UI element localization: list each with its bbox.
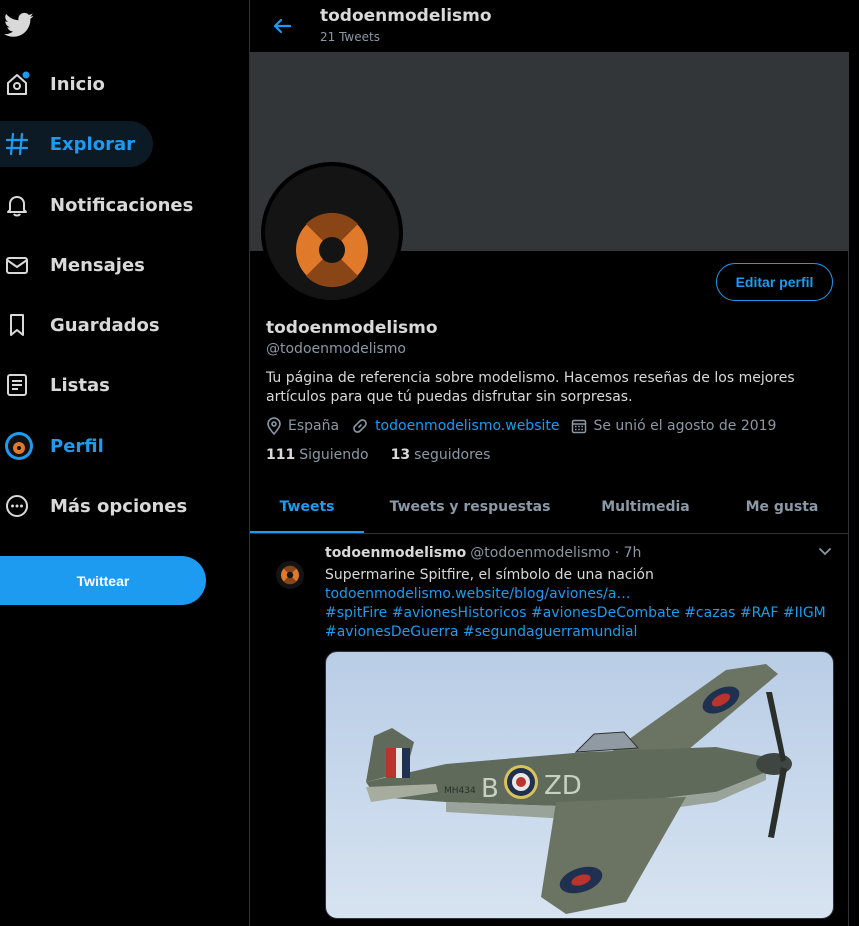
edit-profile-button[interactable]: Editar perfil bbox=[716, 263, 833, 301]
avatar-image bbox=[265, 166, 399, 300]
tweet-header: todoenmodelismo @todoenmodelismo · 7h bbox=[325, 545, 641, 561]
location-item: España bbox=[266, 417, 339, 435]
calendar-icon bbox=[572, 419, 587, 434]
nav-label: Más opciones bbox=[50, 495, 188, 517]
nav-label: Perfil bbox=[50, 435, 104, 457]
nav-inicio[interactable]: Inicio bbox=[0, 61, 123, 107]
link-icon bbox=[353, 419, 367, 433]
nav-label: Explorar bbox=[49, 133, 135, 155]
tweet-hashtags[interactable]: #spitFire #avionesHistoricos #avionesDeC… bbox=[325, 604, 837, 642]
sidebar: Inicio Explorar Notificaciones Mensajes bbox=[0, 0, 249, 926]
following-link[interactable]: 111 Siguiendo bbox=[266, 447, 369, 463]
header-tweet-count: 21 Tweets bbox=[320, 30, 380, 44]
lifebuoy-logo-icon bbox=[296, 212, 368, 288]
profile-name: todoenmodelismo bbox=[266, 318, 438, 338]
profile-handle: @todoenmodelismo bbox=[266, 341, 406, 357]
followers-link[interactable]: 13 seguidores bbox=[391, 447, 491, 463]
joined-item: Se unió el agosto de 2019 bbox=[571, 418, 776, 434]
bookmark-icon bbox=[0, 310, 36, 340]
aircraft-code-letter-b: B bbox=[481, 774, 499, 804]
profile-bio: Tu página de referencia sobre modelismo.… bbox=[266, 370, 795, 405]
followers-label: seguidores bbox=[414, 447, 491, 463]
following-label: Siguiendo bbox=[299, 447, 369, 463]
nav-mensajes[interactable]: Mensajes bbox=[0, 242, 163, 288]
nav-label: Guardados bbox=[50, 314, 160, 336]
tab-tweets-y-respuestas[interactable]: Tweets y respuestas bbox=[364, 481, 576, 533]
tweet-image[interactable]: B ZD MH434 bbox=[325, 651, 834, 919]
profile-column: todoenmodelismo 21 Tweets Editar perfil … bbox=[249, 0, 849, 926]
tab-multimedia[interactable]: Multimedia bbox=[576, 481, 715, 533]
list-icon bbox=[0, 370, 36, 400]
profile-avatar[interactable] bbox=[261, 162, 403, 304]
tweet-author-name[interactable]: todoenmodelismo bbox=[325, 545, 466, 561]
website-item[interactable]: todoenmodelismo.website bbox=[351, 417, 559, 435]
website-link[interactable]: todoenmodelismo.website bbox=[375, 418, 559, 434]
bell-icon bbox=[0, 190, 36, 220]
header-name: todoenmodelismo bbox=[320, 6, 492, 26]
chevron-down-icon[interactable] bbox=[818, 547, 832, 557]
location-pin-icon bbox=[267, 417, 281, 435]
nav-label: Listas bbox=[50, 374, 110, 396]
aircraft-serial: MH434 bbox=[444, 786, 476, 796]
tweet-handle-time: @todoenmodelismo · 7h bbox=[470, 545, 642, 561]
nav-label: Mensajes bbox=[50, 254, 145, 276]
tweet-item[interactable]: todoenmodelismo @todoenmodelismo · 7h Sup… bbox=[250, 535, 849, 926]
envelope-icon bbox=[0, 250, 36, 280]
profile-tabs: Tweets Tweets y respuestas Multimedia Me… bbox=[250, 481, 849, 534]
hashtag-icon bbox=[0, 129, 36, 159]
tweet-link[interactable]: todoenmodelismo.website/blog/aviones/a… bbox=[325, 585, 837, 604]
home-icon bbox=[0, 69, 36, 99]
tab-tweets[interactable]: Tweets bbox=[250, 481, 364, 533]
profile-meta: España todoenmodelismo.website Se unió e… bbox=[266, 417, 788, 435]
location-text: España bbox=[288, 418, 340, 434]
tweet-avatar[interactable] bbox=[276, 561, 304, 589]
spitfire-photo: B ZD MH434 bbox=[366, 664, 792, 914]
tab-me-gusta[interactable]: Me gusta bbox=[715, 481, 849, 533]
nav-explorar[interactable]: Explorar bbox=[0, 121, 153, 167]
back-arrow-icon[interactable] bbox=[270, 12, 294, 40]
profile-avatar-icon bbox=[0, 431, 36, 461]
nav-notificaciones[interactable]: Notificaciones bbox=[0, 182, 211, 228]
followers-count: 13 bbox=[390, 447, 411, 463]
following-count: 111 bbox=[266, 447, 296, 463]
aircraft-code-letters-zd: ZD bbox=[544, 771, 582, 801]
more-icon bbox=[0, 491, 36, 521]
nav-perfil[interactable]: Perfil bbox=[0, 423, 122, 469]
follow-stats: 111 Siguiendo 13 seguidores bbox=[266, 447, 490, 463]
tweet-body: Supermarine Spitfire, el símbolo de una … bbox=[325, 567, 654, 583]
nav-mas-opciones[interactable]: Más opciones bbox=[0, 483, 205, 529]
tweet-button[interactable]: Twittear bbox=[0, 556, 206, 605]
nav-guardados[interactable]: Guardados bbox=[0, 302, 178, 348]
tweet-text: Supermarine Spitfire, el símbolo de una … bbox=[325, 566, 837, 642]
nav-listas[interactable]: Listas bbox=[0, 362, 128, 408]
twitter-bird-icon[interactable] bbox=[4, 10, 34, 40]
profile-header-bar: todoenmodelismo 21 Tweets bbox=[250, 0, 849, 52]
joined-text: Se unió el agosto de 2019 bbox=[593, 418, 777, 434]
nav-label: Inicio bbox=[50, 73, 105, 95]
nav-label: Notificaciones bbox=[50, 194, 194, 216]
